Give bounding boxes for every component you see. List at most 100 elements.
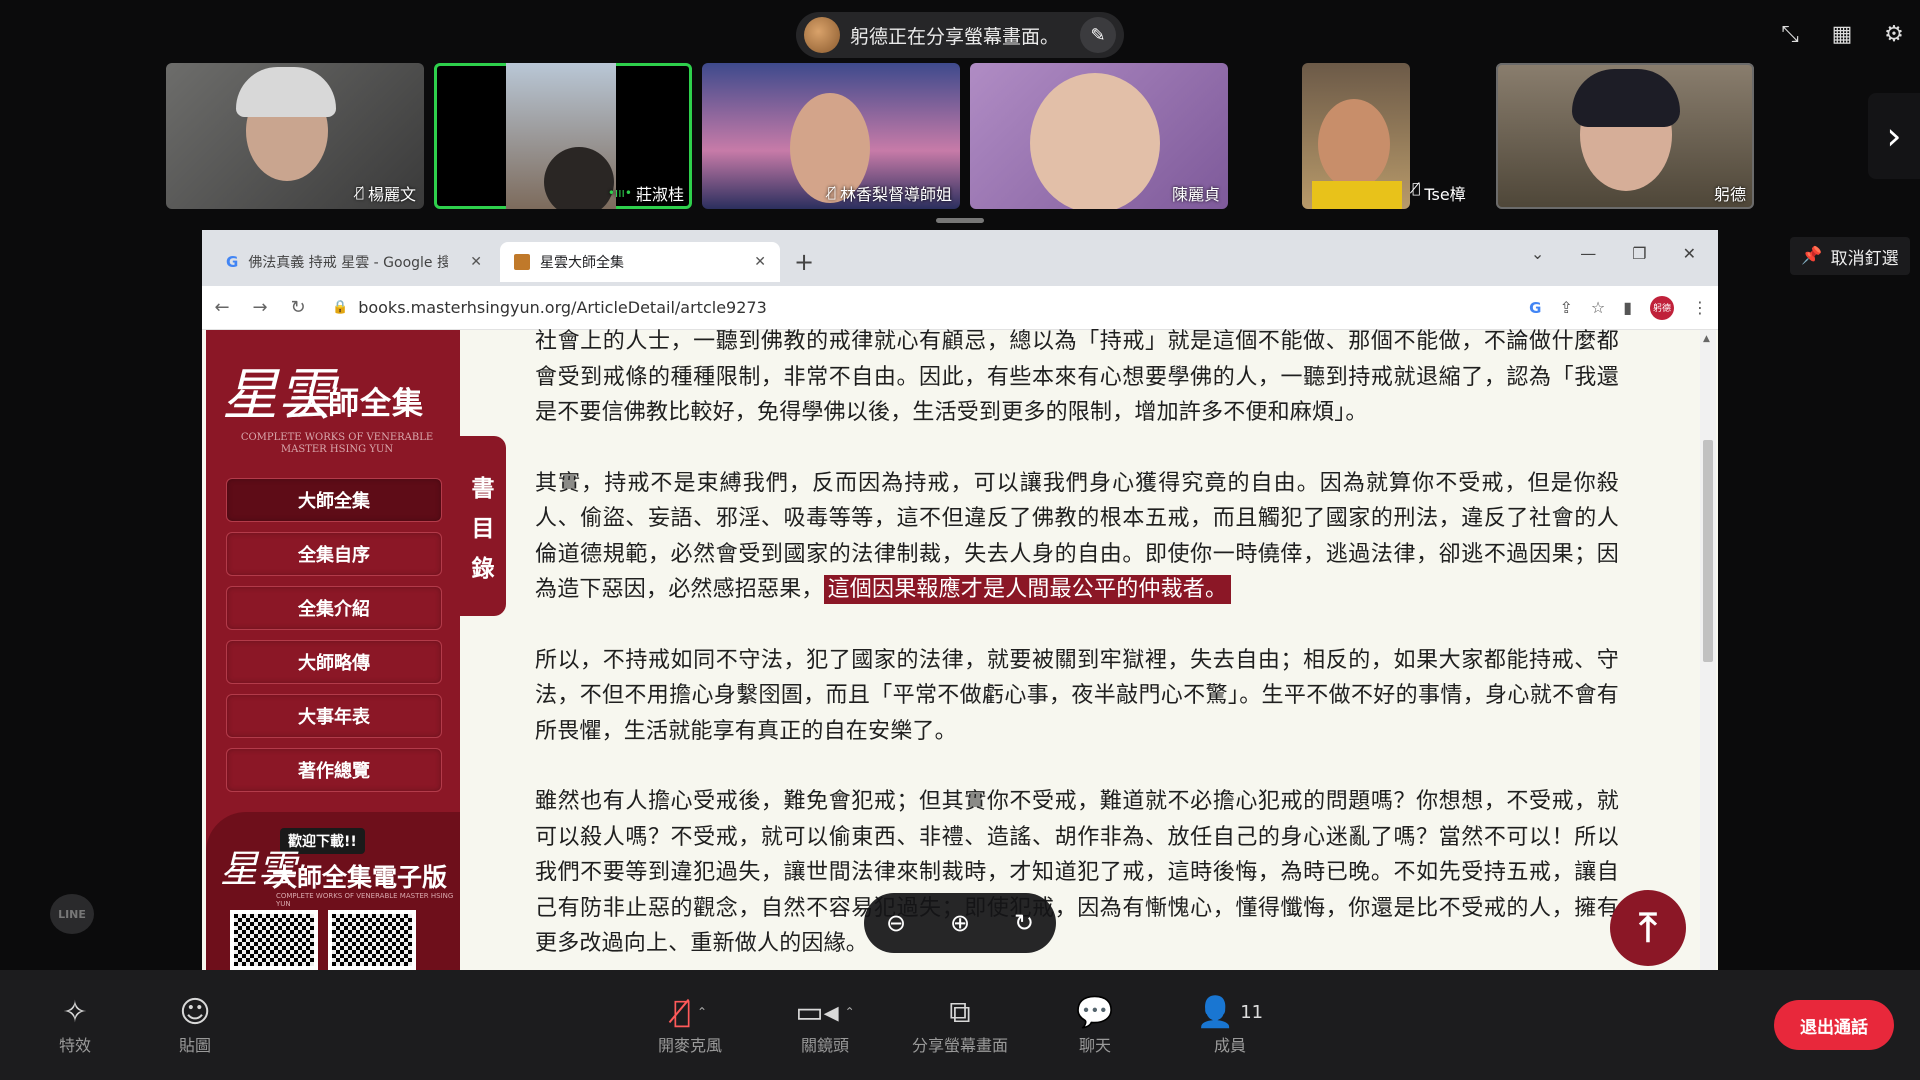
qr-code-android[interactable] [328, 910, 416, 970]
logo-title: 大師全集 [296, 386, 424, 422]
stickers-button[interactable]: ☺ 貼圖 [140, 992, 250, 1056]
chat-bubble-icon: 💬 [1076, 994, 1114, 1030]
article-paragraph: 社會上的人士，一聽到佛教的戒律就心有顧忌，總以為「持戒」就是這個不能做、那個不能… [535, 329, 1619, 425]
web-page: 星雲 大師全集 COMPLETE WORKS OF VENERABLE MAST… [202, 329, 1718, 970]
mic-off-icon: 🎙̸ [1412, 181, 1421, 197]
participant-name: Tse樟 [1424, 185, 1466, 204]
qr-code-ios[interactable] [230, 910, 318, 970]
participant-tile[interactable]: 🎙̸ 楊麗文 [166, 63, 424, 209]
new-tab-plus-icon[interactable]: + [794, 248, 814, 276]
mic-label: 開麥克風 [657, 1036, 722, 1055]
table-of-contents-tab[interactable]: 書 目 錄 [460, 436, 506, 616]
camera-button[interactable]: ▭◂ ⌃ 關鏡頭 [770, 992, 880, 1056]
restore-icon[interactable]: ❐ [1632, 244, 1646, 263]
share-screen-button[interactable]: ⧉ 分享螢幕畫面 [905, 992, 1015, 1056]
highlighted-text: 這個因果報應才是人間最公平的仲裁者。 [823, 575, 1232, 604]
participant-name: 躬德 [1713, 185, 1746, 204]
unpin-label: 取消釘選 [1830, 248, 1899, 269]
download-title: 大師全集電子版 [272, 863, 448, 892]
participant-name: 莊淑桂 [635, 185, 684, 204]
back-arrow-icon[interactable]: ← [212, 297, 232, 318]
mic-off-icon: 🎙̸ [355, 185, 364, 201]
effects-label: 特效 [58, 1036, 91, 1055]
top-right-controls: ⤡ ▦ ⚙ [1778, 22, 1906, 47]
person-icon: 👤 [1196, 994, 1235, 1030]
minimize-view-icon[interactable]: ⤡ [1778, 22, 1802, 47]
zoom-in-icon[interactable]: ⊕ [950, 909, 970, 937]
participant-tile[interactable] [1302, 63, 1410, 209]
mic-muted-icon: 🎙̸ [672, 994, 691, 1030]
profile-avatar[interactable]: 躬德 [1650, 295, 1674, 320]
tab-master-works[interactable]: 星雲大師全集 ✕ [500, 242, 780, 282]
tab-search-chevron-icon[interactable]: ⌄ [1531, 244, 1544, 263]
speaking-indicator-icon: •ııı• [607, 186, 632, 200]
participant-name: 林香梨督導師姐 [839, 185, 952, 204]
scroll-up-arrow-icon[interactable]: ▲ [1703, 334, 1710, 344]
members-label: 成員 [1213, 1036, 1246, 1055]
chevron-up-icon[interactable]: ⌃ [845, 1005, 855, 1019]
download-subtitle: COMPLETE WORKS OF VENERABLE MASTER HSING… [276, 892, 454, 908]
chat-label: 聊天 [1078, 1036, 1111, 1055]
toc-char: 錄 [471, 555, 495, 582]
menu-item-chronology[interactable]: 大事年表 [226, 694, 442, 738]
share-icon[interactable]: ⇪ [1559, 298, 1572, 317]
close-tab-icon[interactable]: ✕ [470, 254, 482, 270]
participant-tile[interactable]: 🎙̸ 林香梨督導師姐 [702, 63, 960, 209]
ebook-download-panel[interactable]: 歡迎下載!! 星雲 大師全集電子版 COMPLETE WORKS OF VENE… [206, 812, 460, 970]
unpin-button[interactable]: 📌 取消釘選 [1790, 237, 1910, 275]
leave-call-button[interactable]: 退出通話 [1774, 1000, 1894, 1050]
participant-tile[interactable]: 陳麗貞 [970, 63, 1228, 209]
chat-button[interactable]: 💬 聊天 [1040, 992, 1150, 1056]
tab-google-search[interactable]: G 佛法真義 持戒 星雲 - Google 搜尋 ✕ [212, 242, 496, 282]
strip-drag-handle[interactable] [936, 218, 984, 223]
next-participants-chevron-icon[interactable]: › [1868, 93, 1920, 179]
grid-layout-icon[interactable]: ▦ [1830, 22, 1854, 47]
chevron-up-icon[interactable]: ⌃ [697, 1005, 707, 1019]
minimize-icon[interactable]: — [1580, 244, 1596, 263]
gear-icon[interactable]: ⚙ [1882, 22, 1906, 47]
tab-title: 星雲大師全集 [540, 255, 624, 271]
effects-button[interactable]: ✧ 特效 [20, 992, 130, 1056]
logo-subtitle: COMPLETE WORKS OF VENERABLE MASTER HSING… [240, 432, 434, 455]
zoom-out-icon[interactable]: ⊖ [886, 909, 906, 937]
address-bar[interactable]: 🔒 books.masterhsingyun.org/ArticleDetail… [326, 291, 1511, 325]
article-paragraph: 其實，持戒不是束縛我們，反而因為持戒，可以讓我們身心獲得究竟的自由。因為就算你不… [535, 466, 1619, 608]
tab-title: 佛法真義 持戒 星雲 - Google 搜尋 [248, 255, 449, 271]
page-scrollbar[interactable]: ▲ [1700, 330, 1716, 970]
site-logo[interactable]: 星雲 大師全集 COMPLETE WORKS OF VENERABLE MAST… [222, 350, 452, 462]
mic-off-icon: 🎙̸ [827, 185, 836, 201]
line-logo-icon: LINE [50, 894, 94, 934]
participant-tile-active[interactable]: •ııı• 莊淑桂 [434, 63, 692, 209]
google-translate-icon[interactable]: G [1529, 299, 1541, 317]
menu-item-works-overview[interactable]: 著作總覽 [226, 748, 442, 792]
site-sidebar: 星雲 大師全集 COMPLETE WORKS OF VENERABLE MAST… [206, 330, 460, 970]
article-paragraph: 雖然也有人擔心受戒後，難免會犯戒；但其實你不受戒，難道就不必擔心犯戒的問題嗎？你… [535, 789, 1619, 956]
menu-item-preface[interactable]: 全集自序 [226, 532, 442, 576]
scrollbar-thumb[interactable] [1703, 440, 1713, 662]
kebab-menu-icon[interactable]: ⋮ [1692, 298, 1708, 317]
reload-icon[interactable]: ↻ [288, 297, 308, 318]
close-tab-icon[interactable]: ✕ [754, 254, 766, 270]
menu-item-introduction[interactable]: 全集介紹 [226, 586, 442, 630]
url-text: books.masterhsingyun.org/ArticleDetail/a… [358, 298, 767, 317]
stickers-label: 貼圖 [178, 1036, 211, 1055]
members-button[interactable]: 👤 11 成員 [1175, 992, 1285, 1056]
annotate-pencil-icon[interactable]: ✎ [1080, 17, 1116, 53]
book-favicon-icon [514, 254, 530, 270]
video-camera-icon: ▭◂ [795, 994, 839, 1030]
pin-icon: 📌 [1801, 246, 1823, 266]
participant-tile[interactable]: 躬德 [1496, 63, 1754, 209]
site-menu: 大師全集 全集自序 全集介紹 大師略傳 大事年表 著作總覽 [226, 478, 442, 802]
close-window-icon[interactable]: ✕ [1683, 244, 1696, 263]
shared-browser-window: G 佛法真義 持戒 星雲 - Google 搜尋 ✕ 星雲大師全集 ✕ + ⌄ … [202, 230, 1718, 970]
forward-arrow-icon[interactable]: → [250, 297, 270, 318]
side-panel-icon[interactable]: ▮ [1623, 298, 1632, 317]
toc-char: 書 [471, 475, 495, 502]
member-count: 11 [1240, 1001, 1264, 1023]
back-to-top-button[interactable]: ⤒ [1610, 890, 1686, 966]
mic-button[interactable]: 🎙̸ ⌃ 開麥克風 [635, 992, 745, 1056]
star-bookmark-icon[interactable]: ☆ [1591, 298, 1605, 317]
menu-item-master-works[interactable]: 大師全集 [226, 478, 442, 522]
menu-item-biography[interactable]: 大師略傳 [226, 640, 442, 684]
rotate-icon[interactable]: ↻ [1014, 909, 1034, 937]
